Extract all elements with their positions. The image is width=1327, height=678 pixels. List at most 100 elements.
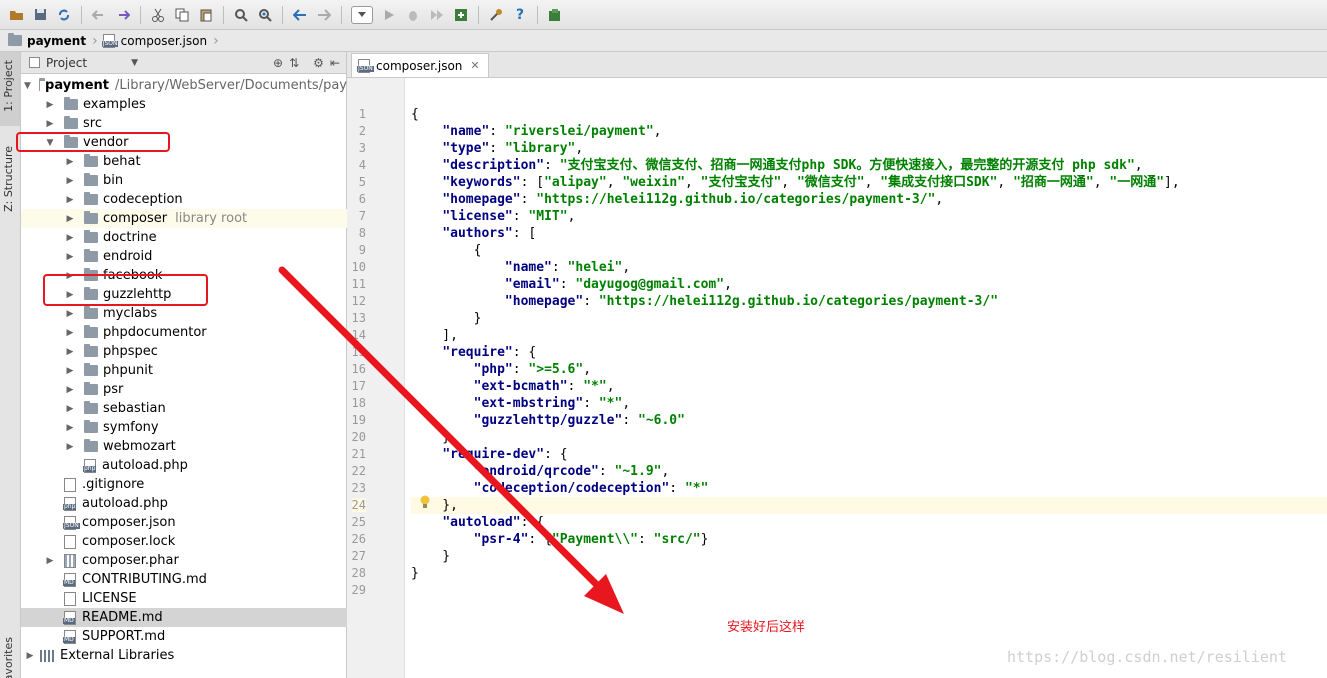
tree-folder[interactable]: ▶ sebastian xyxy=(21,399,347,418)
tree-folder[interactable]: ▶ doctrine xyxy=(21,228,347,247)
tree-file[interactable]: LICENSE xyxy=(21,589,347,608)
find-icon[interactable] xyxy=(230,4,252,26)
tree-folder[interactable]: ▶ phpdocumentor xyxy=(21,323,347,342)
tree-file[interactable]: ▶ composer.phar xyxy=(21,551,347,570)
chevron-right-icon[interactable]: ▶ xyxy=(64,366,76,376)
lightbulb-icon[interactable] xyxy=(419,495,431,509)
tree-file[interactable]: php autoload.php xyxy=(21,456,347,475)
tree-folder[interactable]: ▶ psr xyxy=(21,380,347,399)
tree-folder[interactable]: ▶ phpspec xyxy=(21,342,347,361)
tree-file[interactable]: MD SUPPORT.md xyxy=(21,627,347,646)
tree-folder[interactable]: ▶ webmozart xyxy=(21,437,347,456)
tree-folder[interactable]: ▶ behat xyxy=(21,152,347,171)
debug-icon[interactable] xyxy=(402,4,424,26)
code-line[interactable]: "ext-bcmath": "*", xyxy=(411,378,1327,395)
copy-icon[interactable] xyxy=(171,4,193,26)
code-line[interactable]: ], xyxy=(411,327,1327,344)
gear-icon[interactable]: ⚙ xyxy=(313,56,324,70)
code-editor[interactable]: { "name": "riverslei/payment", "type": "… xyxy=(411,78,1327,678)
vcs-icon[interactable] xyxy=(450,4,472,26)
help-icon[interactable]: ? xyxy=(509,4,531,26)
code-line[interactable]: "homepage": "https://helei112g.github.io… xyxy=(411,191,1327,208)
tree-folder[interactable]: ▶ src xyxy=(21,114,347,133)
chevron-right-icon[interactable]: ▶ xyxy=(64,347,76,357)
tree-file[interactable]: MD CONTRIBUTING.md xyxy=(21,570,347,589)
breadcrumb-project[interactable]: payment xyxy=(8,33,86,48)
redo-icon[interactable] xyxy=(112,4,134,26)
code-line[interactable]: "psr-4": {"Payment\\": "src/"} xyxy=(411,531,1327,548)
chevron-right-icon[interactable]: ▶ xyxy=(44,119,56,129)
code-line[interactable]: "codeception/codeception": "*" xyxy=(411,480,1327,497)
chevron-right-icon[interactable]: ▶ xyxy=(64,271,76,281)
chevron-right-icon[interactable]: ▶ xyxy=(64,404,76,414)
chevron-right-icon[interactable]: ▶ xyxy=(64,176,76,186)
code-line[interactable]: "license": "MIT", xyxy=(411,208,1327,225)
code-line[interactable]: { xyxy=(411,106,1327,123)
chevron-down-icon[interactable]: ▼ xyxy=(24,81,31,91)
collapse-icon[interactable]: ⇅ xyxy=(289,56,299,70)
chevron-right-icon[interactable]: ▶ xyxy=(64,328,76,338)
close-icon[interactable]: ✕ xyxy=(470,59,479,72)
side-tab-favorites[interactable]: avorites xyxy=(2,637,18,678)
code-line[interactable]: "name": "riverslei/payment", xyxy=(411,123,1327,140)
chevron-right-icon[interactable]: ▶ xyxy=(44,556,56,566)
code-line[interactable]: "keywords": ["alipay", "weixin", "支付宝支付"… xyxy=(411,174,1327,191)
chevron-right-icon[interactable]: ▶ xyxy=(44,100,56,110)
tree-folder[interactable]: ▶ composer library root xyxy=(21,209,347,228)
chevron-right-icon[interactable]: ▶ xyxy=(64,309,76,319)
chevron-right-icon[interactable]: ▶ xyxy=(64,385,76,395)
chevron-right-icon[interactable]: ▶ xyxy=(64,423,76,433)
chevron-right-icon[interactable]: ▶ xyxy=(64,214,76,224)
code-line[interactable]: { xyxy=(411,242,1327,259)
forward-icon[interactable] xyxy=(313,4,335,26)
tree-folder[interactable]: ▶ phpunit xyxy=(21,361,347,380)
chevron-down-icon[interactable]: ▼ xyxy=(131,58,138,68)
cut-icon[interactable] xyxy=(147,4,169,26)
tree-external-libraries[interactable]: ▶ External Libraries xyxy=(21,646,347,665)
locate-icon[interactable]: ⊕ xyxy=(273,56,283,70)
code-line[interactable]: "authors": [ xyxy=(411,225,1327,242)
hide-icon[interactable]: ⇤ xyxy=(330,56,340,70)
code-line[interactable]: "email": "dayugog@gmail.com", xyxy=(411,276,1327,293)
code-line[interactable]: "name": "helei", xyxy=(411,259,1327,276)
tab-composer-json[interactable]: JSON composer.json ✕ xyxy=(351,53,489,77)
settings-icon[interactable] xyxy=(485,4,507,26)
code-line[interactable]: } xyxy=(411,310,1327,327)
code-line[interactable]: }, xyxy=(411,429,1327,446)
paste-icon[interactable] xyxy=(195,4,217,26)
code-line[interactable]: "php": ">=5.6", xyxy=(411,361,1327,378)
tree-folder[interactable]: ▶ examples xyxy=(21,95,347,114)
chevron-right-icon[interactable]: ▶ xyxy=(64,233,76,243)
code-line[interactable]: "endroid/qrcode": "~1.9", xyxy=(411,463,1327,480)
back-icon[interactable] xyxy=(289,4,311,26)
tree-folder[interactable]: ▶ myclabs xyxy=(21,304,347,323)
tree-folder[interactable]: ▶ facebook xyxy=(21,266,347,285)
chevron-down-icon[interactable]: ▼ xyxy=(44,138,56,148)
tree-folder[interactable]: ▼ vendor xyxy=(21,133,347,152)
code-line[interactable]: }, xyxy=(411,497,1327,514)
tree-folder[interactable]: ▶ codeception xyxy=(21,190,347,209)
tree-folder[interactable]: ▶ endroid xyxy=(21,247,347,266)
tree-root[interactable]: ▼ payment /Library/WebServer/Documents/p… xyxy=(21,76,347,95)
code-line[interactable]: "require-dev": { xyxy=(411,446,1327,463)
save-icon[interactable] xyxy=(29,4,51,26)
tree-folder[interactable]: ▶ bin xyxy=(21,171,347,190)
code-line[interactable]: "description": "支付宝支付、微信支付、招商一网通支付php SD… xyxy=(411,157,1327,174)
tree-file[interactable]: composer.lock xyxy=(21,532,347,551)
chevron-right-icon[interactable]: ▶ xyxy=(64,252,76,262)
coverage-icon[interactable] xyxy=(426,4,448,26)
tree-file[interactable]: .gitignore xyxy=(21,475,347,494)
chevron-right-icon[interactable]: ▶ xyxy=(24,651,36,661)
tree-folder[interactable]: ▶ guzzlehttp xyxy=(21,285,347,304)
run-config-dropdown[interactable] xyxy=(351,5,373,24)
breadcrumb-file[interactable]: JSON composer.json xyxy=(101,33,207,48)
chevron-right-icon[interactable]: ▶ xyxy=(64,157,76,167)
tree-file[interactable]: MD README.md xyxy=(21,608,347,627)
code-line[interactable]: } xyxy=(411,548,1327,565)
undo-icon[interactable] xyxy=(88,4,110,26)
tree-file[interactable]: JSON composer.json xyxy=(21,513,347,532)
run-icon[interactable] xyxy=(378,4,400,26)
code-line[interactable]: "homepage": "https://helei112g.github.io… xyxy=(411,293,1327,310)
chevron-right-icon[interactable]: ▶ xyxy=(64,195,76,205)
tree-file[interactable]: php autoload.php xyxy=(21,494,347,513)
